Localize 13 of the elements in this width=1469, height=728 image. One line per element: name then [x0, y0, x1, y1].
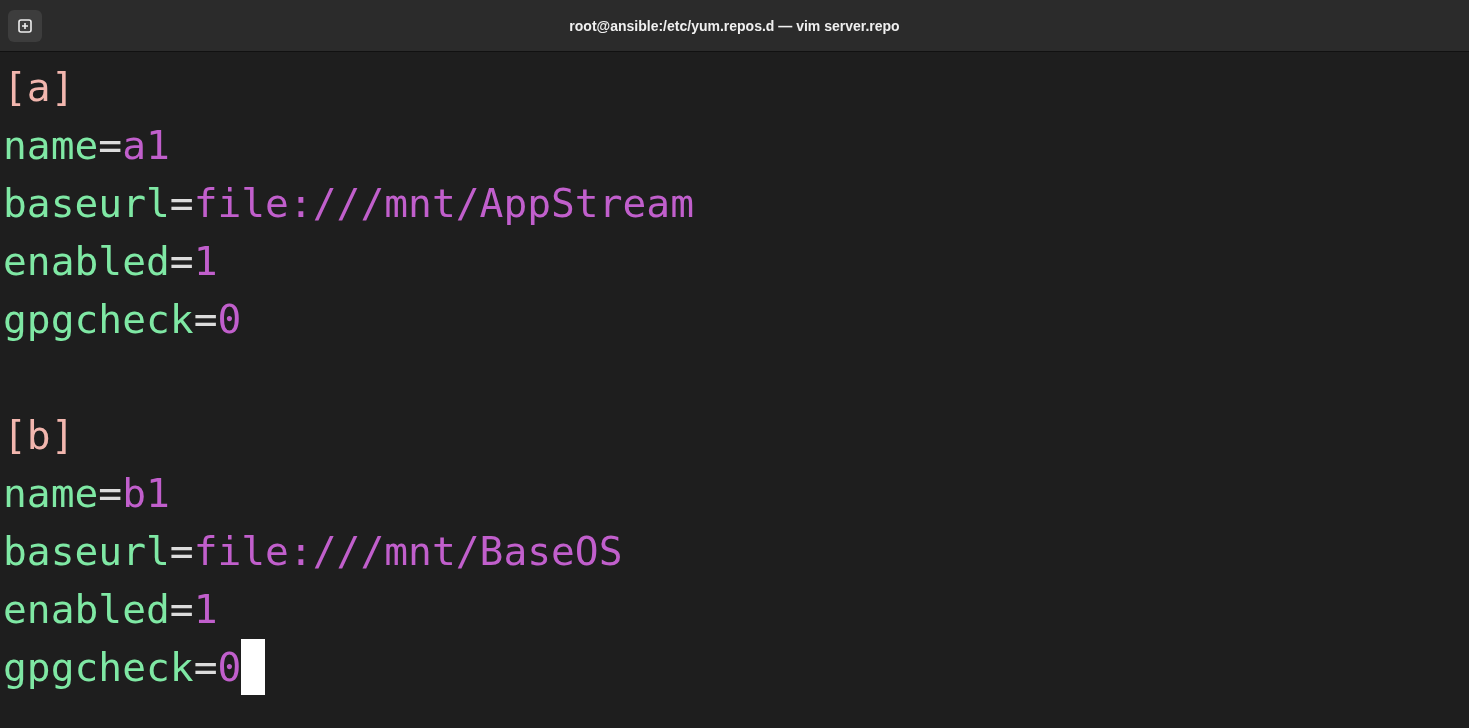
code-line: baseurl=file:///mnt/BaseOS: [3, 527, 623, 576]
code-line: [b]: [3, 411, 75, 460]
code-line: enabled=1: [3, 237, 218, 286]
code-line: name=b1: [3, 469, 170, 518]
code-line: [a]: [3, 63, 75, 112]
code-line: enabled=1: [3, 585, 218, 634]
new-tab-icon: [18, 18, 32, 33]
code-line: gpgcheck=0: [3, 643, 242, 692]
code-line: name=a1: [3, 121, 170, 170]
code-line: baseurl=file:///mnt/AppStream: [3, 179, 694, 228]
new-tab-button[interactable]: [8, 9, 42, 42]
code-line: gpgcheck=0: [3, 295, 242, 344]
window-title: root@ansible:/etc/yum.repos.d — vim server.repo: [569, 17, 900, 34]
